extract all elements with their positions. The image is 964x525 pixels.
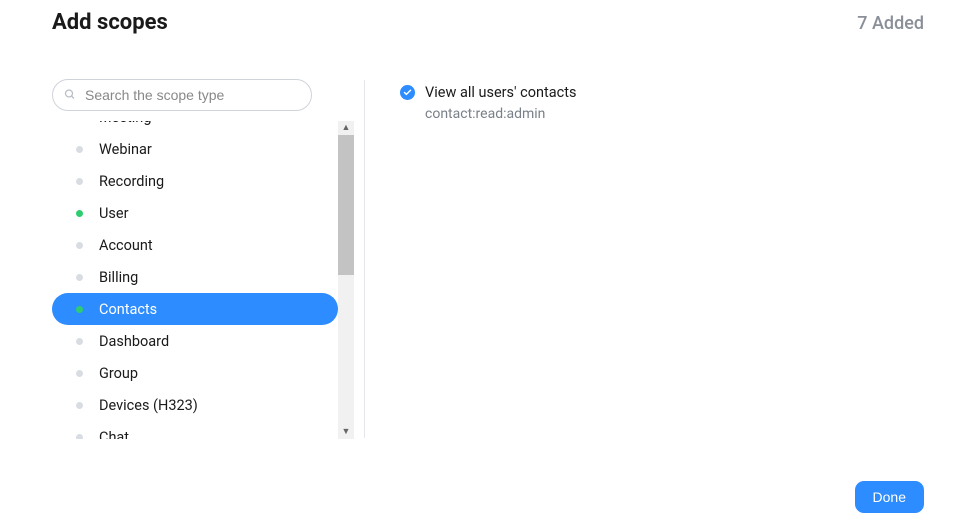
sidebar-item-user[interactable]: User — [52, 197, 338, 229]
sidebar-item-chat[interactable]: Chat — [52, 421, 338, 439]
scope-checkbox[interactable] — [400, 85, 415, 100]
status-dot-icon — [76, 306, 83, 313]
sidebar-item-label: Webinar — [99, 141, 152, 158]
sidebar-item-label: Dashboard — [99, 333, 169, 350]
dialog-header: Add scopes 7 Added — [0, 0, 964, 35]
status-dot-icon — [76, 274, 83, 281]
status-dot-icon — [76, 146, 83, 153]
scope-option-text: View all users' contactscontact:read:adm… — [425, 83, 577, 125]
status-dot-icon — [76, 242, 83, 249]
scope-option-row: View all users' contactscontact:read:adm… — [400, 83, 577, 125]
sidebar-item-label: Contacts — [99, 301, 157, 318]
sidebar-item-billing[interactable]: Billing — [52, 261, 338, 293]
sidebar-item-webinar[interactable]: Webinar — [52, 133, 338, 165]
sidebar-item-recording[interactable]: Recording — [52, 165, 338, 197]
status-dot-icon — [76, 370, 83, 377]
scrollbar-up-arrow-icon[interactable]: ▲ — [338, 121, 354, 135]
vertical-divider — [364, 80, 365, 438]
scrollbar-thumb[interactable] — [338, 135, 354, 275]
sidebar-item-label: Devices (H323) — [99, 397, 198, 414]
status-dot-icon — [76, 178, 83, 185]
status-dot-icon — [76, 210, 83, 217]
page-title: Add scopes — [52, 10, 168, 35]
search-wrap — [52, 79, 364, 111]
scrollbar-down-arrow-icon[interactable]: ▼ — [338, 425, 354, 439]
sidebar-item-label: User — [99, 205, 129, 222]
sidebar-item-devices-h323-[interactable]: Devices (H323) — [52, 389, 338, 421]
sidebar-item-label: Billing — [99, 269, 138, 286]
sidebar-item-dashboard[interactable]: Dashboard — [52, 325, 338, 357]
added-count: 7 Added — [857, 13, 924, 34]
scrollbar[interactable]: ▲ ▼ — [338, 121, 354, 439]
sidebar-item-label: Recording — [99, 173, 164, 190]
sidebar-item-label: Account — [99, 237, 153, 254]
done-button[interactable]: Done — [855, 481, 924, 513]
sidebar-item-label: Meeting — [99, 121, 151, 126]
sidebar-item-account[interactable]: Account — [52, 229, 338, 261]
search-input[interactable] — [52, 79, 312, 111]
scope-type-list: Meeting Webinar Recording User Account Billin… — [52, 121, 338, 439]
scope-option-id: contact:read:admin — [425, 105, 577, 125]
sidebar-item-label: Group — [99, 365, 138, 382]
status-dot-icon — [76, 434, 83, 440]
sidebar-item-label: Chat — [99, 429, 129, 440]
status-dot-icon — [76, 402, 83, 409]
sidebar-item-group[interactable]: Group — [52, 357, 338, 389]
scope-detail-pane: View all users' contactscontact:read:adm… — [364, 79, 577, 439]
sidebar-item-meeting[interactable]: Meeting — [52, 121, 338, 133]
scope-option-title: View all users' contacts — [425, 83, 577, 103]
status-dot-icon — [76, 338, 83, 345]
sidebar-item-contacts[interactable]: Contacts — [52, 293, 338, 325]
